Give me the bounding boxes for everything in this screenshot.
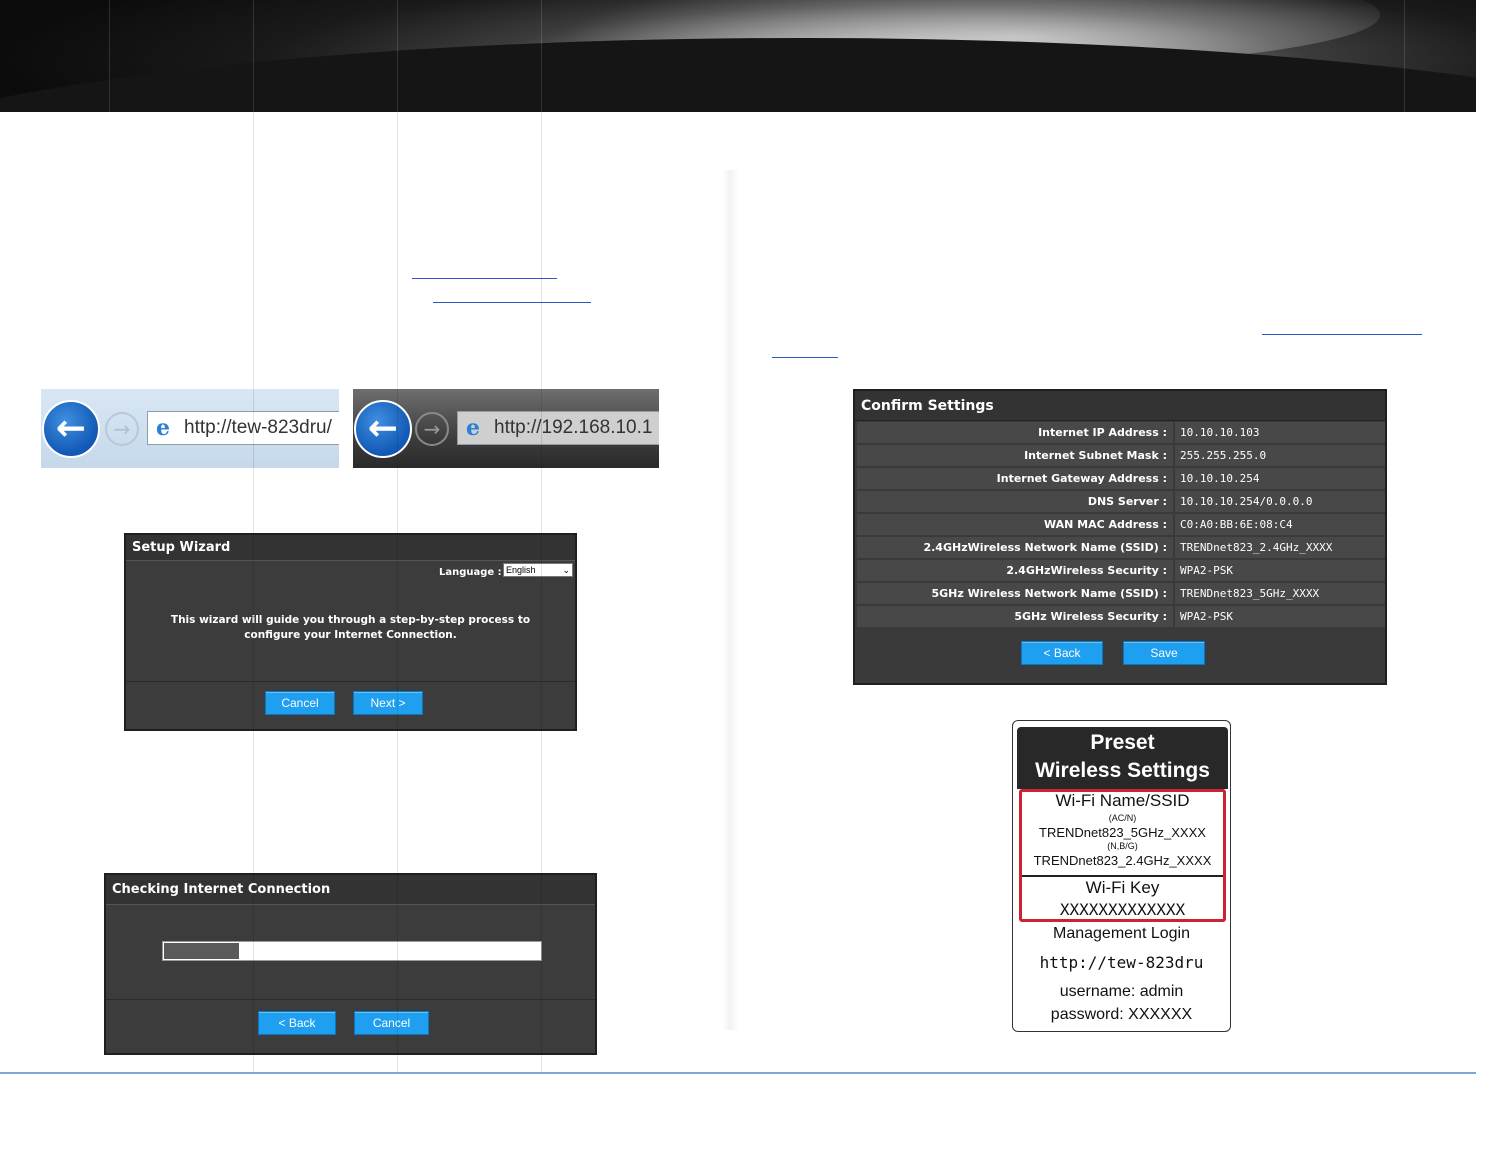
wifi-key-heading: Wi-Fi Key — [1085, 878, 1160, 897]
settings-label: WAN MAC Address : — [857, 514, 1173, 535]
settings-row: 2.4GHzWireless Network Name (SSID) : TRE… — [857, 537, 1385, 559]
cancel-button[interactable]: Cancel — [354, 1011, 429, 1035]
description-line: configure your Internet Connection. — [244, 629, 457, 641]
wifi-name-heading: Wi-Fi Name/SSID — [1055, 791, 1190, 810]
arrow-right-icon[interactable]: → — [415, 412, 449, 446]
arrow-left-icon[interactable]: ← — [354, 400, 412, 458]
sticker-title: Preset — [1090, 731, 1155, 754]
column-guide — [109, 0, 110, 112]
header-banner — [0, 0, 1476, 112]
username-line: username: admin — [1059, 983, 1184, 1000]
settings-label: DNS Server : — [857, 491, 1173, 512]
address-bar[interactable]: e http://tew-823dru/ — [147, 411, 339, 445]
password-line: password: XXXXXX — [1050, 1006, 1193, 1023]
panel-title: Checking Internet Connection — [106, 875, 595, 905]
progress-bar — [162, 941, 542, 961]
settings-label: Internet Subnet Mask : — [857, 445, 1173, 466]
preset-wireless-sticker: Preset Wireless Settings Wi-Fi Name/SSID… — [1012, 720, 1231, 1032]
browser-address-example-hostname: ← → e http://tew-823dru/ — [41, 389, 339, 468]
settings-value: 10.10.10.254/0.0.0.0 — [1175, 491, 1385, 512]
settings-value: TRENDnet823_2.4GHz_XXXX — [1175, 537, 1385, 558]
settings-row: 5GHz Wireless Network Name (SSID) : TREN… — [857, 583, 1385, 605]
band-label: (AC/N) — [1108, 813, 1137, 823]
ie-icon: e — [156, 415, 170, 441]
column-guide — [541, 112, 542, 1072]
settings-value: WPA2-PSK — [1175, 606, 1385, 627]
checking-connection-panel: Checking Internet Connection < Back Canc… — [104, 873, 597, 1055]
panel-title: Confirm Settings — [855, 391, 1385, 421]
settings-label: 5GHz Wireless Security : — [857, 606, 1173, 627]
settings-label: Internet IP Address : — [857, 422, 1173, 443]
band-label: (N,B/G) — [1107, 841, 1138, 851]
settings-row: Internet Subnet Mask : 255.255.255.0 — [857, 445, 1385, 467]
wizard-description: This wizard will guide you through a ste… — [146, 613, 555, 643]
sticker-header: Preset Wireless Settings — [1017, 727, 1228, 789]
settings-value: C0:A0:BB:6E:08:C4 — [1175, 514, 1385, 535]
next-button[interactable]: Next > — [353, 691, 423, 715]
sticker-title: Wireless Settings — [1035, 759, 1210, 782]
ssid-24g: TRENDnet823_2.4GHz_XXXX — [1033, 853, 1212, 868]
column-guide — [1404, 0, 1405, 112]
wifi-key: XXXXXXXXXXXXX — [1059, 900, 1186, 919]
ssid-5g: TRENDnet823_5GHz_XXXX — [1039, 825, 1206, 840]
setup-wizard-panel: Setup Wizard Language : English ⌄ This w… — [124, 533, 577, 731]
column-gutter — [722, 170, 738, 1030]
settings-label: 5GHz Wireless Network Name (SSID) : — [857, 583, 1173, 604]
settings-value: WPA2-PSK — [1175, 560, 1385, 581]
settings-value: 255.255.255.0 — [1175, 445, 1385, 466]
arrow-left-icon[interactable]: ← — [42, 400, 100, 458]
settings-row: Internet Gateway Address : 10.10.10.254 — [857, 468, 1385, 490]
language-select[interactable]: English ⌄ — [503, 563, 573, 577]
hyperlink-underline[interactable] — [1262, 334, 1422, 335]
back-button[interactable]: < Back — [1021, 641, 1103, 665]
footer-rule — [0, 1072, 1476, 1074]
settings-value: TRENDnet823_5GHz_XXXX — [1175, 583, 1385, 604]
hyperlink-underline[interactable] — [772, 357, 838, 358]
progress-fill — [164, 943, 239, 959]
column-guide — [253, 0, 254, 112]
settings-row: 2.4GHzWireless Security : WPA2-PSK — [857, 560, 1385, 582]
divider — [126, 681, 575, 682]
settings-value: 10.10.10.254 — [1175, 468, 1385, 489]
settings-row: Internet IP Address : 10.10.10.103 — [857, 422, 1385, 444]
settings-row: DNS Server : 10.10.10.254/0.0.0.0 — [857, 491, 1385, 513]
description-line: This wizard will guide you through a ste… — [170, 614, 531, 626]
mgmt-heading: Management Login — [1053, 925, 1190, 942]
ie-icon: e — [466, 415, 480, 441]
back-button[interactable]: < Back — [258, 1011, 336, 1035]
confirm-settings-panel: Confirm Settings Internet IP Address : 1… — [853, 389, 1387, 685]
hyperlink-underline[interactable] — [412, 278, 557, 279]
settings-label: 2.4GHzWireless Network Name (SSID) : — [857, 537, 1173, 558]
cancel-button[interactable]: Cancel — [265, 691, 335, 715]
language-label: Language : — [439, 567, 502, 578]
wifi-credentials-box: Wi-Fi Name/SSID (AC/N) TRENDnet823_5GHz_… — [1019, 789, 1226, 922]
column-guide — [397, 112, 398, 1072]
settings-label: Internet Gateway Address : — [857, 468, 1173, 489]
address-bar[interactable]: e http://192.168.10.1 — [457, 411, 659, 445]
chevron-down-icon: ⌄ — [562, 565, 570, 575]
column-guide — [541, 0, 542, 112]
address-url: http://192.168.10.1 — [494, 417, 653, 438]
column-guide — [397, 0, 398, 112]
column-guide — [253, 112, 254, 1072]
save-button[interactable]: Save — [1123, 641, 1205, 665]
language-value: English — [506, 565, 536, 575]
hyperlink-underline[interactable] — [433, 302, 591, 303]
browser-address-example-ip: ← → e http://192.168.10.1 — [353, 389, 659, 468]
settings-row: 5GHz Wireless Security : WPA2-PSK — [857, 606, 1385, 628]
settings-value: 10.10.10.103 — [1175, 422, 1385, 443]
panel-title: Setup Wizard — [126, 535, 575, 561]
arrow-right-icon[interactable]: → — [105, 412, 139, 446]
divider — [1022, 875, 1223, 877]
mgmt-url: http://tew-823dru — [1039, 953, 1204, 972]
divider — [106, 999, 595, 1000]
address-url: http://tew-823dru/ — [184, 417, 332, 438]
settings-label: 2.4GHzWireless Security : — [857, 560, 1173, 581]
settings-row: WAN MAC Address : C0:A0:BB:6E:08:C4 — [857, 514, 1385, 536]
